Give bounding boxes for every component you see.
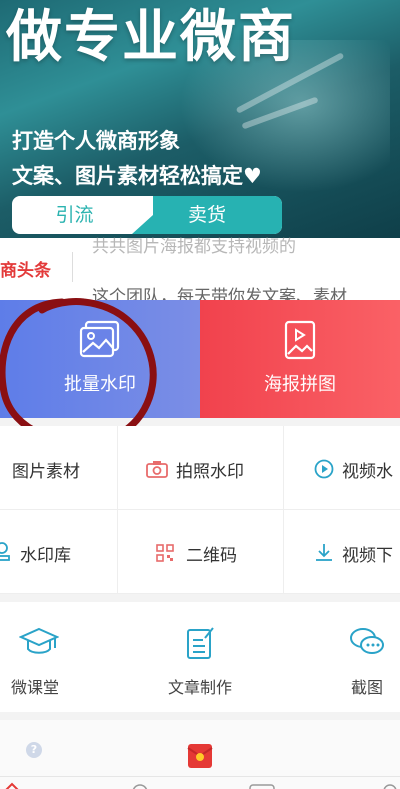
news-label: 商头条 [0, 261, 51, 281]
edit-document-icon [185, 626, 215, 664]
tool-photo-watermark[interactable]: 拍照水印 [118, 426, 284, 510]
red-envelope-icon[interactable] [182, 740, 218, 774]
batch-watermark-button[interactable]: 批量水印 [0, 300, 200, 418]
tool-label: 视频下 [342, 546, 393, 566]
shortcut-article-maker[interactable]: 文章制作 [145, 602, 255, 712]
tool-image-materials[interactable]: 图片素材 [0, 426, 118, 510]
banner-subtitle-1: 打造个人微商形象 [12, 129, 180, 153]
camera-icon [146, 460, 168, 482]
video-play-icon [314, 459, 334, 483]
tool-watermark-library[interactable]: 水印库 [0, 510, 118, 594]
shortcut-screenshot[interactable]: 截图 [322, 602, 400, 712]
tool-label: 水印库 [20, 546, 71, 566]
tool-grid: 图片素材 拍照水印 视频水 水印库 二维码 视频下 [0, 426, 400, 594]
download-icon [314, 542, 334, 566]
qrcode-icon [156, 544, 174, 566]
news-ticker[interactable]: 共共图片海报都支持视频的 商头条 这个团队，每天带你发文案、素材 [0, 237, 400, 307]
image-stack-icon [78, 320, 122, 364]
shortcut-row: 微课堂 文章制作 截图 [0, 602, 400, 712]
tab-bar-edge [0, 776, 400, 789]
tool-label: 视频水 [342, 462, 393, 482]
poster-collage-button[interactable]: 海报拼图 [200, 300, 400, 418]
news-ticker-text-previous: 共共图片海报都支持视频的 [92, 237, 296, 257]
banner-headline: 做专业微商 [6, 5, 296, 70]
banner-subtitle-2: 文案、图片素材轻松搞定♥ [12, 164, 262, 188]
stamp-icon [0, 542, 10, 566]
bottom-area: ? [0, 720, 400, 789]
tool-video-watermark[interactable]: 视频水 [284, 426, 400, 510]
banner-tab-sell[interactable]: 卖货 [132, 196, 282, 234]
shortcut-micro-class[interactable]: 微课堂 [0, 602, 80, 712]
tool-label: 图片素材 [12, 462, 80, 482]
banner-tab-traffic[interactable]: 引流 [12, 196, 137, 234]
tool-qrcode[interactable]: 二维码 [118, 510, 284, 594]
batch-watermark-label: 批量水印 [64, 374, 136, 395]
graduation-cap-icon [18, 626, 60, 662]
tool-video-download[interactable]: 视频下 [284, 510, 400, 594]
help-icon[interactable]: ? [26, 742, 42, 758]
shortcut-label: 截图 [350, 678, 383, 697]
shortcut-label: 微课堂 [10, 678, 59, 697]
banner-tabs: 引流 卖货 [12, 196, 282, 234]
shortcut-label: 文章制作 [167, 678, 232, 697]
poster-icon [283, 320, 317, 364]
news-divider [72, 252, 73, 282]
promo-banner[interactable]: 做专业微商 打造个人微商形象 文案、图片素材轻松搞定♥ 引流 卖货 [0, 0, 400, 238]
tool-label: 拍照水印 [176, 462, 244, 482]
tool-label: 二维码 [186, 546, 237, 566]
chat-bubbles-icon [349, 626, 385, 662]
poster-collage-label: 海报拼图 [264, 374, 336, 395]
